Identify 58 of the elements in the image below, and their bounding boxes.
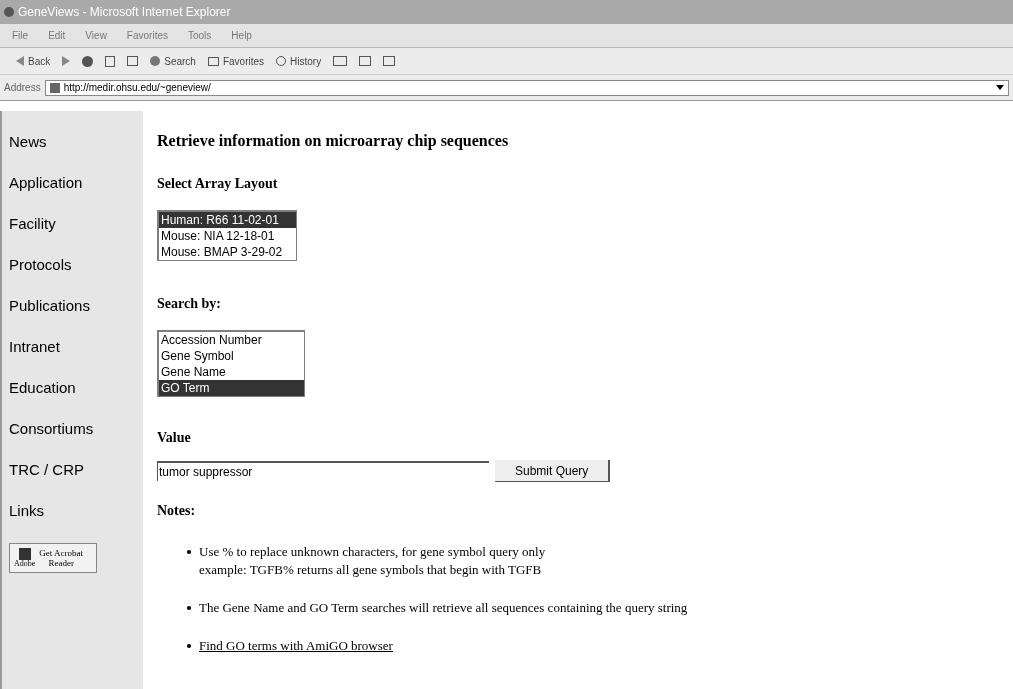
- menu-item[interactable]: Tools: [188, 28, 212, 43]
- stop-icon[interactable]: [82, 55, 94, 67]
- list-option[interactable]: GO Term: [159, 380, 304, 396]
- list-box[interactable]: Accession Number Gene Symbol Gene Name GO Term: [157, 330, 305, 397]
- list-option[interactable]: Gene Symbol: [159, 348, 304, 364]
- sidebar-link[interactable]: Education: [9, 377, 143, 418]
- list-option[interactable]: Mouse: BMAP 3-29-02: [159, 244, 296, 260]
- section-label: Select Array Layout: [157, 175, 279, 193]
- favorites-button[interactable]: Favorites: [207, 53, 265, 69]
- submit-button[interactable]: Submit Query: [495, 460, 611, 482]
- menu-item[interactable]: Edit: [48, 28, 66, 43]
- list-option[interactable]: Gene Name: [159, 364, 304, 380]
- list-option[interactable]: Accession Number: [159, 332, 304, 348]
- dropdown-caret-icon[interactable]: [996, 85, 1004, 90]
- note-text: Use % to replace unknown characters, for gene symbol query only: [199, 543, 546, 561]
- window-title: GeneViews - Microsoft Internet Explorer: [18, 6, 231, 18]
- address-field[interactable]: http://medir.ohsu.edu/~geneview/: [44, 79, 1009, 96]
- sidebar-link[interactable]: Application: [9, 172, 143, 213]
- sidebar-link[interactable]: Intranet: [9, 336, 143, 377]
- sidebar-link[interactable]: Facility: [9, 213, 143, 254]
- page-icon: [49, 82, 60, 93]
- link[interactable]: Find GO terms with AmiGO browser: [199, 637, 393, 655]
- sidebar-link[interactable]: Consortiums: [9, 418, 143, 459]
- brand-text: Adobe: [14, 560, 36, 568]
- menu-item[interactable]: Favorites: [126, 28, 168, 43]
- back-button[interactable]: Back: [16, 53, 51, 69]
- sidebar-link[interactable]: Links: [9, 500, 143, 541]
- bullet-icon: [187, 606, 191, 610]
- url-text: http://medir.ohsu.edu/~geneview/: [63, 81, 211, 95]
- sidebar-link[interactable]: TRC / CRP: [9, 459, 143, 500]
- address-label: Address: [4, 81, 41, 95]
- back-arrow-icon: [16, 56, 24, 66]
- value-field[interactable]: tumor suppressor: [157, 461, 489, 481]
- forward-arrow-icon[interactable]: [62, 56, 71, 66]
- section-label: Value: [157, 429, 192, 447]
- menu-item[interactable]: Help: [231, 28, 252, 43]
- badge-text: Reader: [48, 558, 74, 568]
- sidebar-link[interactable]: News: [9, 131, 143, 172]
- acrobat-badge[interactable]: Adobe Get Acrobat Reader: [9, 543, 97, 573]
- section-label: Search by:: [157, 295, 222, 313]
- note-text: The Gene Name and GO Term searches will retrieve all sequences containing the query string: [199, 599, 688, 617]
- search-button[interactable]: Search: [150, 53, 196, 69]
- browser-icon: [4, 7, 14, 17]
- menu-item[interactable]: File: [12, 28, 29, 43]
- acrobat-logo-icon: [18, 548, 31, 560]
- bullet-icon: [187, 550, 191, 554]
- list-box[interactable]: Human: R66 11-02-01 Mouse: NIA 12-18-01 Mouse: BMAP 3-29-02: [157, 210, 297, 261]
- list-option[interactable]: Mouse: NIA 12-18-01: [159, 228, 296, 244]
- sidebar-link[interactable]: Publications: [9, 295, 143, 336]
- note-text: example: TGFB% returns all gene symbols that begin with TGFB: [199, 561, 543, 579]
- page-heading: Retrieve information on microarray chip sequences: [157, 131, 510, 151]
- bullet-icon: [187, 644, 191, 648]
- list-option[interactable]: Human: R66 11-02-01: [159, 212, 296, 228]
- sidebar-link[interactable]: Protocols: [9, 254, 143, 295]
- section-label: Notes:: [157, 502, 197, 520]
- menu-item[interactable]: View: [85, 28, 107, 43]
- badge-text: Get Acrobat: [39, 548, 84, 558]
- history-button[interactable]: History: [276, 53, 322, 69]
